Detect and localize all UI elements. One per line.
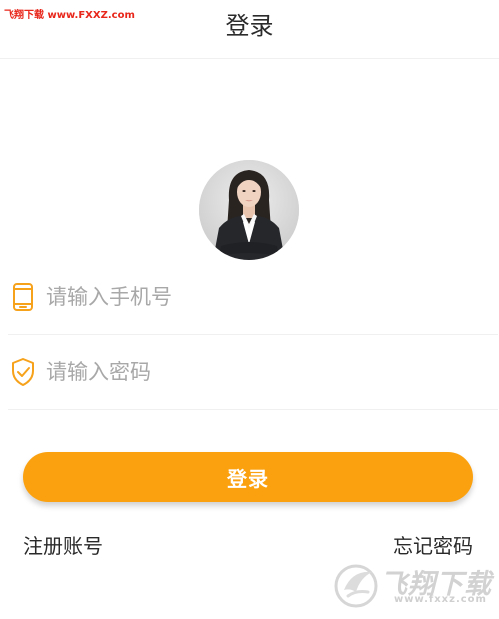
phone-input[interactable] (46, 280, 466, 314)
password-input[interactable] (46, 355, 466, 389)
page-title: 登录 (225, 12, 274, 40)
forgot-password-link[interactable]: 忘记密码 (393, 530, 473, 559)
shield-check-icon (10, 357, 36, 387)
watermark-logo: 飞翔下载 www.fxxz.com (334, 560, 494, 612)
avatar-photo-icon (199, 160, 299, 260)
watermark-logo-subtext: www.fxxz.com (394, 594, 487, 605)
watermark-logo-icon (334, 564, 378, 608)
login-button[interactable]: 登录 (23, 452, 473, 502)
header-bar: 登录 (0, 0, 499, 59)
phone-icon (10, 282, 36, 312)
password-field[interactable] (8, 335, 498, 410)
phone-field[interactable] (8, 260, 498, 335)
avatar (199, 160, 299, 260)
register-link[interactable]: 注册账号 (23, 530, 103, 559)
